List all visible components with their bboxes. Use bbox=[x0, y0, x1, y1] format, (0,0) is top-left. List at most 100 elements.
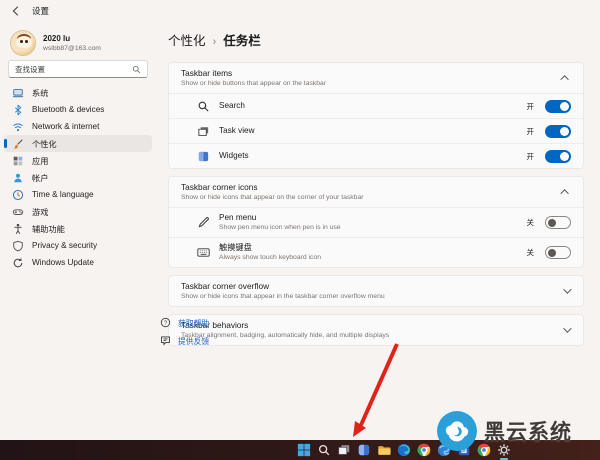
link-feedback[interactable]: 提供反馈 bbox=[160, 332, 209, 350]
settings-window: 设置 2020 lu wslbb87@163.com 查找设置 系统Blueto… bbox=[0, 0, 600, 440]
sidebar-item-update[interactable]: Windows Update bbox=[4, 254, 152, 271]
sidebar: 2020 lu wslbb87@163.com 查找设置 系统 Bluetooth… bbox=[0, 22, 156, 440]
sidebar-item-label: 应用 bbox=[32, 155, 48, 167]
avatar bbox=[10, 30, 36, 56]
card-taskbar-corner-overflow: Taskbar corner overflowShow or hide icon… bbox=[168, 275, 584, 307]
gaming-icon bbox=[12, 206, 24, 218]
breadcrumb-parent[interactable]: 个性化 bbox=[168, 30, 206, 49]
update-icon bbox=[12, 257, 24, 269]
settings-row-widgets: Widgets 开 bbox=[169, 143, 583, 168]
keyboard-toggle[interactable] bbox=[545, 246, 571, 259]
accessibility-icon bbox=[12, 223, 24, 235]
help-icon: ? bbox=[160, 317, 171, 330]
settings-row-taskview: Task view开 bbox=[169, 118, 583, 143]
account-email: wslbb87@163.com bbox=[43, 44, 101, 53]
account-block[interactable]: 2020 lu wslbb87@163.com bbox=[10, 30, 101, 56]
chevron-down-icon bbox=[563, 324, 571, 332]
expander-header[interactable]: Taskbar itemsShow or hide buttons that a… bbox=[169, 63, 583, 93]
sidebar-item-system[interactable]: 系统 bbox=[4, 84, 152, 101]
settings-cards: Taskbar itemsShow or hide buttons that a… bbox=[168, 62, 584, 353]
card-subtitle: Show or hide icons that appear on the co… bbox=[181, 193, 563, 202]
search-icon bbox=[197, 100, 210, 113]
row-subtitle: Always show touch keyboard icon bbox=[219, 253, 518, 262]
time-icon bbox=[12, 189, 24, 201]
taskbar-windows-start-icon[interactable] bbox=[296, 442, 312, 458]
taskbar-edge-icon[interactable] bbox=[396, 442, 412, 458]
row-title: Widgets bbox=[219, 151, 518, 161]
toggle-knob bbox=[560, 152, 569, 161]
expander-header[interactable]: Taskbar behaviorsTaskbar alignment, badg… bbox=[169, 315, 583, 345]
system-icon bbox=[12, 87, 24, 99]
network-icon bbox=[12, 121, 24, 133]
card-title: Taskbar items bbox=[181, 68, 563, 79]
sidebar-item-label: Bluetooth & devices bbox=[32, 105, 104, 114]
search-toggle[interactable] bbox=[545, 100, 571, 113]
taskbar-file-explorer-icon[interactable] bbox=[376, 442, 392, 458]
sidebar-nav: 系统 Bluetooth & devices Network & internet 个… bbox=[4, 84, 152, 271]
main-content: 个性化 › 任务栏 Taskbar itemsShow or hide butt… bbox=[156, 22, 600, 440]
pen-icon bbox=[197, 216, 210, 229]
sidebar-item-label: 系统 bbox=[32, 87, 48, 99]
link-label: 获取帮助 bbox=[178, 318, 209, 329]
taskbar-widgets-icon[interactable] bbox=[356, 442, 372, 458]
keyboard-icon bbox=[197, 246, 210, 259]
pen-toggle[interactable] bbox=[545, 216, 571, 229]
sidebar-item-label: 辅助功能 bbox=[32, 223, 65, 235]
expander-header[interactable]: Taskbar corner overflowShow or hide icon… bbox=[169, 276, 583, 306]
sidebar-item-label: 帐户 bbox=[32, 172, 48, 184]
search-placeholder: 查找设置 bbox=[15, 64, 132, 75]
sidebar-item-label: 游戏 bbox=[32, 206, 48, 218]
sidebar-item-label: Windows Update bbox=[32, 258, 94, 267]
sidebar-item-personalization[interactable]: 个性化 bbox=[4, 135, 152, 152]
toggle-state-label: 开 bbox=[527, 151, 535, 162]
sidebar-item-label: Network & internet bbox=[32, 122, 99, 131]
page-title: 任务栏 bbox=[223, 30, 261, 49]
row-subtitle: Show pen menu icon when pen is in use bbox=[219, 223, 518, 232]
card-subtitle: Show or hide buttons that appear on the … bbox=[181, 79, 563, 88]
settings-row-keyboard: 触摸键盘Always show touch keyboard icon关 bbox=[169, 237, 583, 267]
card-subtitle: Taskbar alignment, badging, automaticall… bbox=[181, 331, 563, 340]
card-title: Taskbar corner overflow bbox=[181, 281, 563, 292]
sidebar-item-time[interactable]: Time & language bbox=[4, 186, 152, 203]
settings-row-search: Search开 bbox=[169, 93, 583, 118]
personalization-icon bbox=[12, 138, 24, 150]
sidebar-item-network[interactable]: Network & internet bbox=[4, 118, 152, 135]
toggle-knob bbox=[560, 102, 569, 111]
sidebar-item-label: Privacy & security bbox=[32, 241, 97, 250]
screenshot-stage: 设置 2020 lu wslbb87@163.com 查找设置 系统Blueto… bbox=[0, 0, 600, 460]
sidebar-item-bluetooth[interactable]: Bluetooth & devices bbox=[4, 101, 152, 118]
taskbar-search-icon[interactable] bbox=[316, 442, 332, 458]
sidebar-item-accounts[interactable]: 帐户 bbox=[4, 169, 152, 186]
link-help[interactable]: ? 获取帮助 bbox=[160, 314, 209, 332]
toggle-knob bbox=[548, 249, 556, 257]
taskbar-task-view-icon[interactable] bbox=[336, 442, 352, 458]
taskbar-chrome-icon[interactable] bbox=[416, 442, 432, 458]
cloud-logo-icon bbox=[436, 410, 478, 452]
toggle-state-label: 关 bbox=[527, 217, 535, 228]
breadcrumb-separator: › bbox=[213, 36, 217, 48]
widgets-icon bbox=[197, 150, 210, 163]
sidebar-item-accessibility[interactable]: 辅助功能 bbox=[4, 220, 152, 237]
link-label: 提供反馈 bbox=[178, 336, 209, 347]
sidebar-item-privacy[interactable]: Privacy & security bbox=[4, 237, 152, 254]
row-title: Task view bbox=[219, 126, 518, 136]
back-icon[interactable] bbox=[10, 5, 22, 17]
widgets-toggle[interactable] bbox=[545, 150, 571, 163]
apps-icon bbox=[12, 155, 24, 167]
watermark-text: 黑云系统 bbox=[484, 416, 572, 446]
bluetooth-icon bbox=[12, 104, 24, 116]
account-name: 2020 lu bbox=[43, 34, 101, 44]
card-subtitle: Show or hide icons that appear in the ta… bbox=[181, 292, 563, 301]
row-title: Search bbox=[219, 101, 518, 111]
sidebar-item-gaming[interactable]: 游戏 bbox=[4, 203, 152, 220]
sidebar-item-label: 个性化 bbox=[32, 138, 57, 150]
taskview-toggle[interactable] bbox=[545, 125, 571, 138]
sidebar-item-apps[interactable]: 应用 bbox=[4, 152, 152, 169]
search-input[interactable]: 查找设置 bbox=[8, 60, 148, 78]
card-title: Taskbar corner icons bbox=[181, 182, 563, 193]
card-title: Taskbar behaviors bbox=[181, 320, 563, 331]
card-taskbar-items: Taskbar itemsShow or hide buttons that a… bbox=[168, 62, 584, 169]
expander-header[interactable]: Taskbar corner iconsShow or hide icons t… bbox=[169, 177, 583, 207]
chevron-down-icon bbox=[563, 285, 571, 293]
toggle-state-label: 关 bbox=[527, 247, 535, 258]
